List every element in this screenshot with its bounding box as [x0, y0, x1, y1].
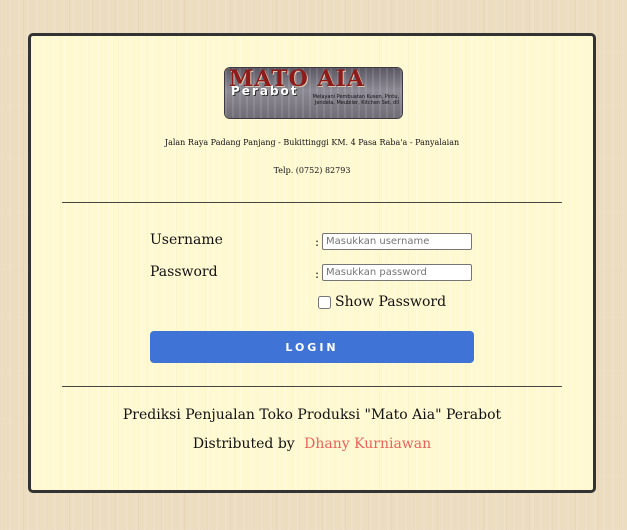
show-password-checkbox[interactable]	[318, 296, 331, 309]
top-divider	[62, 202, 562, 203]
store-logo: MATO AIA Perabot Melayani Pembuatan Kuse…	[225, 68, 402, 118]
show-password-label[interactable]: Show Password	[335, 294, 446, 310]
author-link[interactable]: Dhany Kurniawan	[304, 436, 431, 452]
login-button[interactable]: LOGIN	[150, 331, 474, 363]
login-card: MATO AIA Perabot Melayani Pembuatan Kuse…	[28, 33, 596, 493]
password-input[interactable]	[322, 264, 472, 281]
bottom-divider	[62, 386, 562, 387]
password-colon: :	[315, 267, 320, 281]
store-address: Jalan Raya Padang Panjang - Bukittinggi …	[164, 138, 460, 147]
logo-subtitle: Perabot	[231, 84, 299, 98]
distributed-by-label: Distributed by	[192, 436, 295, 452]
password-label: Password	[150, 264, 218, 280]
username-input[interactable]	[322, 233, 472, 250]
app-title: Prediksi Penjualan Toko Produksi "Mato A…	[122, 407, 502, 423]
username-colon: :	[315, 235, 320, 249]
username-label: Username	[150, 232, 223, 248]
distribution-credit: Distributed by Dhany Kurniawan	[31, 436, 593, 452]
logo-description: Melayani Pembuatan Kusen, Pintu, Jendela…	[312, 94, 399, 106]
store-phone: Telp. (0752) 82793	[273, 166, 351, 175]
